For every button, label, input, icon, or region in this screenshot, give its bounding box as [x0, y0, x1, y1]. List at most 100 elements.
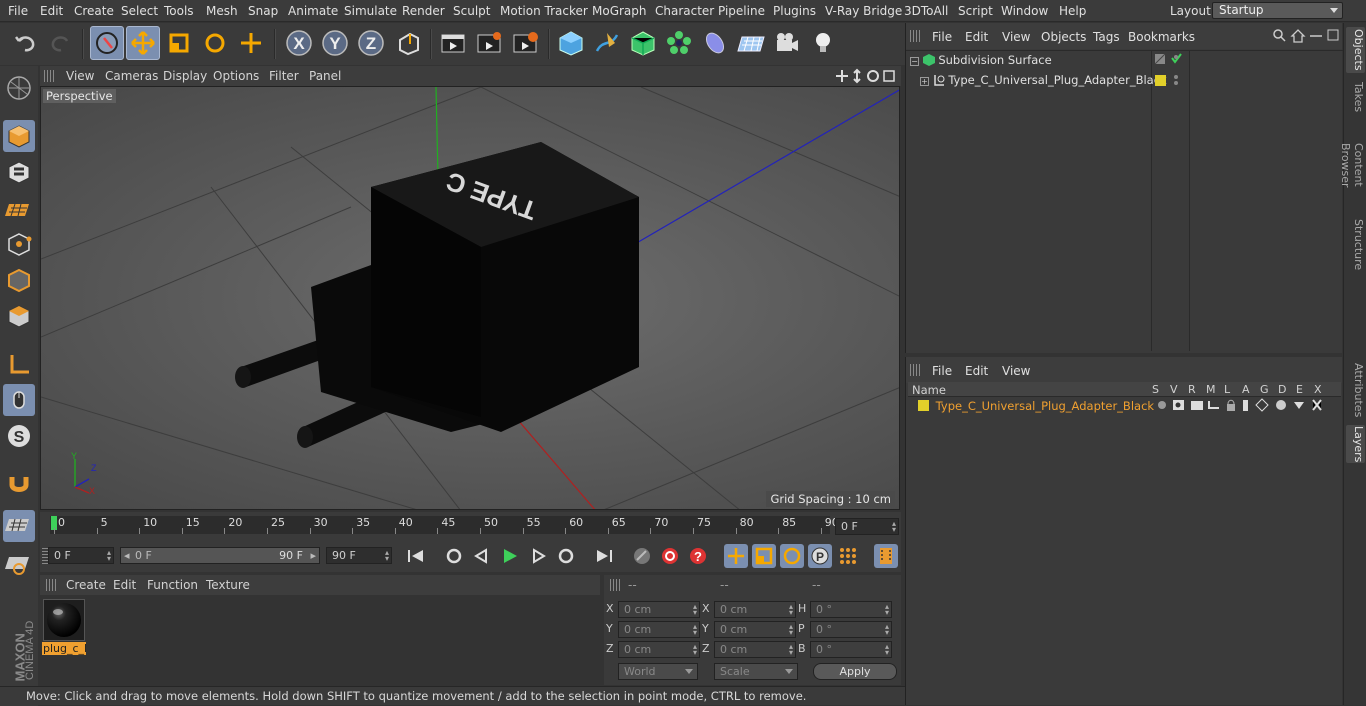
menu-help[interactable]: Help	[1059, 4, 1086, 18]
viewport-perspective[interactable]: TYPE C Y Z X Perspective Grid Spacing : 10…	[40, 86, 900, 510]
tab-structure[interactable]: Structure	[1346, 219, 1365, 271]
play-icon[interactable]	[498, 544, 522, 568]
vp-menu-options[interactable]: Options	[213, 69, 259, 83]
col-d[interactable]: D	[1278, 383, 1286, 396]
mat-menu-edit[interactable]: Edit	[113, 578, 136, 592]
timeline-track[interactable]	[50, 516, 830, 534]
model-mode-icon[interactable]	[3, 120, 35, 152]
menu-motion-tracker[interactable]: Motion Tracker	[500, 4, 588, 18]
workplane-icon[interactable]	[3, 192, 35, 224]
drag-handle-icon[interactable]	[610, 579, 620, 591]
collapse-icon[interactable]: −	[910, 57, 919, 66]
live-selection-icon[interactable]	[90, 26, 124, 60]
drag-handle-icon[interactable]	[910, 30, 920, 42]
coordinate-system-icon[interactable]	[392, 26, 426, 60]
render-picture-viewer-icon[interactable]	[472, 26, 506, 60]
camera-icon[interactable]	[770, 26, 804, 60]
om-menu-objects[interactable]: Objects	[1041, 30, 1086, 44]
om-menu-tags[interactable]: Tags	[1093, 30, 1120, 44]
x-axis-icon[interactable]: X	[282, 26, 316, 60]
menu-snap[interactable]: Snap	[248, 4, 278, 18]
coord-value-field[interactable]: 0 ° ▴ ▾	[810, 621, 892, 638]
move-icon[interactable]	[126, 26, 160, 60]
menu-plugins[interactable]: Plugins	[773, 4, 816, 18]
col-l[interactable]: L	[1224, 383, 1230, 396]
coord-value-field[interactable]: 0 ° ▴ ▾	[810, 641, 892, 658]
expand-icon[interactable]: +	[920, 77, 929, 86]
key-parameter-icon[interactable]: P	[808, 544, 832, 568]
lm-menu-file[interactable]: File	[932, 364, 952, 378]
menu-script[interactable]: Script	[958, 4, 993, 18]
menu-pipeline[interactable]: Pipeline	[718, 4, 765, 18]
coord-value-field[interactable]: 0 cm ▴ ▾	[618, 621, 700, 638]
cube-icon[interactable]	[554, 26, 588, 60]
col-s[interactable]: S	[1152, 383, 1159, 396]
object-row-plug-adapter[interactable]: + Type_C_Universal_Plug_Adapter_Black	[920, 73, 1167, 87]
vp-menu-view[interactable]: View	[66, 69, 94, 83]
menu-vray-bridge[interactable]: V-Ray Bridge	[825, 4, 902, 18]
previous-key-icon[interactable]	[442, 544, 466, 568]
tab-objects[interactable]: Objects	[1346, 27, 1365, 73]
add-icon[interactable]	[234, 26, 268, 60]
col-r[interactable]: R	[1188, 383, 1196, 396]
world-select[interactable]: World	[618, 663, 698, 680]
go-to-end-icon[interactable]	[592, 544, 616, 568]
rotate-icon[interactable]	[198, 26, 232, 60]
timeline-window-icon[interactable]	[874, 544, 898, 568]
render-view-icon[interactable]	[436, 26, 470, 60]
om-header-icons[interactable]	[1272, 28, 1342, 44]
apply-button[interactable]: Apply	[813, 663, 897, 680]
vp-menu-display[interactable]: Display	[163, 69, 207, 83]
menu-tools[interactable]: Tools	[164, 4, 194, 18]
make-editable-icon[interactable]	[3, 72, 35, 104]
auto-key-icon[interactable]: ?	[686, 544, 710, 568]
scale-icon[interactable]	[162, 26, 196, 60]
render-settings-icon[interactable]	[508, 26, 542, 60]
start-frame-field[interactable]: 0 F ▴ ▾	[48, 547, 114, 564]
motion-path-icon[interactable]	[630, 544, 654, 568]
polygons-mode-icon[interactable]	[3, 300, 35, 332]
vp-menu-panel[interactable]: Panel	[309, 69, 341, 83]
pen-icon[interactable]	[590, 26, 624, 60]
tweak-mode-icon[interactable]	[3, 384, 35, 416]
lm-menu-view[interactable]: View	[1002, 364, 1030, 378]
key-position-icon[interactable]	[724, 544, 748, 568]
y-axis-icon[interactable]: Y	[318, 26, 352, 60]
drag-handle-icon[interactable]	[46, 579, 56, 591]
object-visibility-icons[interactable]	[1154, 53, 1188, 93]
mat-menu-create[interactable]: Create	[66, 578, 106, 592]
record-icon[interactable]	[658, 544, 682, 568]
next-key-icon[interactable]	[554, 544, 578, 568]
end-frame-field[interactable]: 90 F ▴ ▾	[326, 547, 392, 564]
material-thumbnail[interactable]	[43, 599, 85, 641]
texture-mode-icon[interactable]	[3, 156, 35, 188]
col-name[interactable]: Name	[912, 383, 946, 397]
scale-select[interactable]: Scale	[714, 663, 798, 680]
key-pla-icon[interactable]	[836, 544, 860, 568]
z-axis-icon[interactable]: Z	[354, 26, 388, 60]
undo-icon[interactable]	[8, 26, 42, 60]
menu-mograph[interactable]: MoGraph	[592, 4, 647, 18]
coord-value-field[interactable]: 0 ° ▴ ▾	[810, 601, 892, 618]
menu-character[interactable]: Character	[655, 4, 714, 18]
layer-color-chip[interactable]	[918, 400, 929, 411]
object-row-subdivision[interactable]: − Subdivision Surface	[910, 53, 1052, 67]
menu-create[interactable]: Create	[74, 4, 114, 18]
layer-row[interactable]: Type_C_Universal_Plug_Adapter_Black	[918, 399, 1154, 413]
solo-icon[interactable]: S	[3, 420, 35, 452]
previous-frame-icon[interactable]	[470, 544, 494, 568]
vp-menu-filter[interactable]: Filter	[269, 69, 299, 83]
layer-flag-icons[interactable]	[1156, 398, 1331, 412]
snap-icon[interactable]	[3, 468, 35, 500]
col-v[interactable]: V	[1170, 383, 1178, 396]
menu-animate[interactable]: Animate	[288, 4, 338, 18]
mat-menu-function[interactable]: Function	[147, 578, 198, 592]
menu-simulate[interactable]: Simulate	[344, 4, 397, 18]
menu-window[interactable]: Window	[1001, 4, 1048, 18]
col-e[interactable]: E	[1296, 383, 1303, 396]
axis-mode-icon[interactable]	[3, 348, 35, 380]
drag-handle-icon[interactable]	[44, 70, 54, 82]
lm-menu-edit[interactable]: Edit	[965, 364, 988, 378]
vp-menu-cameras[interactable]: Cameras	[105, 69, 158, 83]
next-frame-icon[interactable]	[526, 544, 550, 568]
